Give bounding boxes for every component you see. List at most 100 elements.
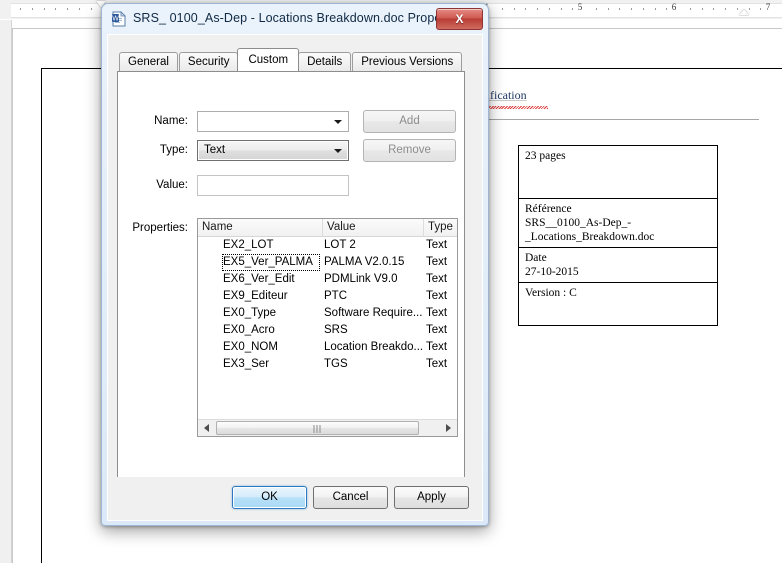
column-header-name[interactable]: Name (198, 219, 323, 237)
table-row: Date 27-10-2015 (518, 247, 718, 284)
svg-text:W: W (112, 16, 119, 23)
ruler-tick (67, 8, 68, 10)
ruler-number: 6 (671, 2, 677, 12)
info-cell-version: Version : C (518, 282, 718, 327)
tab-details[interactable]: Details (298, 52, 352, 71)
tab-previous-versions[interactable]: Previous Versions (352, 52, 463, 71)
cancel-button[interactable]: Cancel (313, 486, 388, 509)
tab-custom[interactable]: Custom (237, 48, 300, 71)
property-value-cell: PALMA V2.0.15 (324, 256, 405, 268)
close-button[interactable]: X (436, 8, 483, 30)
ruler-tick (713, 8, 714, 10)
table-row[interactable]: EX0_Acro SRS Text (198, 322, 457, 339)
property-name-cell: EX0_Acro (223, 324, 275, 336)
property-type-cell: Text (426, 358, 448, 370)
name-combobox[interactable] (197, 111, 349, 132)
document-horizontal-rule (469, 119, 759, 120)
scrollbar-thumb[interactable] (216, 421, 419, 435)
scrollbar-grip-icon (313, 425, 322, 433)
ruler-tick (596, 8, 597, 10)
table-row[interactable]: EX0_Type Software Require... Text (198, 305, 457, 322)
scroll-right-button[interactable] (440, 420, 457, 436)
ruler-tick (737, 8, 738, 10)
ruler-tick (32, 8, 33, 10)
ruler-tick (561, 8, 562, 10)
property-name-cell: EX5_Ver_PALMA (222, 254, 320, 271)
table-row: Version : C (518, 282, 718, 327)
table-row[interactable]: EX6_Ver_Edit PDMLink V9.0 Text (198, 271, 457, 288)
type-label: Type: (159, 144, 188, 156)
column-header-type[interactable]: Type (424, 219, 457, 237)
table-row[interactable]: EX5_Ver_PALMA PALMA V2.0.15 Text (198, 254, 457, 271)
property-type-cell: Text (426, 324, 448, 336)
property-type-cell: Text (426, 273, 448, 285)
ruler-tick (643, 8, 644, 10)
remove-button[interactable]: Remove (363, 139, 456, 162)
chevron-down-icon (334, 149, 342, 153)
listview-horizontal-scrollbar[interactable] (198, 419, 457, 436)
properties-listview[interactable]: Name Value Type EX2_LOT LOT 2 Text EX5_Ver_… (197, 218, 458, 437)
ruler-tick (44, 8, 45, 10)
tab-security[interactable]: Security (178, 52, 239, 71)
ruler-tick (619, 8, 620, 10)
word-document-icon: W (112, 11, 126, 27)
property-type-cell: Text (426, 290, 448, 302)
document-left-gutter (0, 20, 12, 563)
dialog-title: SRS_ 0100_As-Dep - Locations Breakdown.d… (133, 11, 456, 25)
table-row[interactable]: EX2_LOT LOT 2 Text (198, 237, 457, 254)
ruler-tick (91, 8, 92, 10)
dialog-button-bar: OK Cancel Apply (108, 477, 482, 520)
ruler-tick (690, 8, 691, 10)
ruler-tick (572, 8, 573, 10)
table-row[interactable]: EX3_Ser TGS Text (198, 356, 457, 373)
custom-tab-panel: Name: Add Type: Text Remove Value: Prope… (117, 71, 465, 479)
info-cell-pages: 23 pages (518, 145, 718, 199)
ruler-tick (549, 8, 550, 10)
ruler-tick (760, 8, 761, 10)
ruler-tick (702, 8, 703, 10)
table-row: Référence SRS__0100_As-Dep_- _Locations_… (518, 197, 718, 249)
chevron-down-icon (334, 120, 342, 124)
triangle-left-icon (204, 424, 209, 432)
property-value-cell: Location Breakdo... (324, 341, 424, 353)
ruler-tick (525, 8, 526, 10)
property-value-cell: Software Require... (324, 307, 423, 319)
add-button[interactable]: Add (363, 110, 456, 133)
ruler-tick (608, 8, 609, 10)
table-row[interactable]: EX0_NOM Location Breakdo... Text (198, 339, 457, 356)
ruler-tick (725, 8, 726, 10)
dialog-titlebar[interactable]: W SRS_ 0100_As-Dep - Locations Breakdown… (102, 4, 488, 34)
column-header-value[interactable]: Value (323, 219, 424, 237)
type-dropdown[interactable]: Text (197, 140, 349, 161)
ruler-tick (655, 8, 656, 10)
info-cell-date: Date 27-10-2015 (518, 247, 718, 284)
table-row: 23 pages (518, 145, 718, 199)
property-name-cell: EX3_Ser (223, 358, 270, 370)
property-value-cell: PDMLink V9.0 (324, 273, 398, 285)
value-label: Value: (156, 179, 188, 191)
ruler-tick (79, 8, 80, 10)
info-cell-reference: Référence SRS__0100_As-Dep_- _Locations_… (518, 197, 718, 249)
type-dropdown-value: Text (204, 144, 226, 156)
right-indent-marker-icon[interactable] (739, 9, 749, 15)
apply-button[interactable]: Apply (394, 486, 469, 509)
property-type-cell: Text (426, 341, 448, 353)
value-input[interactable] (197, 175, 349, 196)
property-type-cell: Text (426, 256, 448, 268)
ruler-tick (631, 8, 632, 10)
table-row[interactable]: EX9_Editeur PTC Text (198, 288, 457, 305)
ruler-tick (666, 8, 667, 10)
ok-button[interactable]: OK (232, 486, 307, 509)
scroll-left-button[interactable] (198, 420, 215, 436)
property-value-cell: TGS (324, 358, 348, 370)
properties-label: Properties: (132, 222, 188, 234)
tab-general[interactable]: General (119, 52, 178, 71)
tab-strip: General Security Custom Details Previous… (119, 48, 463, 71)
property-name-cell: EX0_NOM (223, 341, 278, 353)
file-properties-dialog: W SRS_ 0100_As-Dep - Locations Breakdown… (101, 3, 489, 526)
property-name-cell: EX6_Ver_Edit (223, 273, 295, 285)
document-info-table: 23 pages Référence SRS__0100_As-Dep_- _L… (518, 145, 718, 327)
name-label: Name: (154, 115, 188, 127)
dialog-body: General Security Custom Details Previous… (107, 34, 483, 521)
property-name-cell: EX0_Type (223, 307, 277, 319)
